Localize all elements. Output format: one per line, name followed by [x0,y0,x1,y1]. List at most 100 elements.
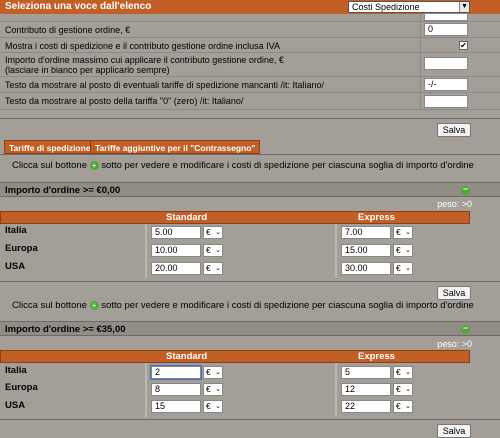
info-before: Clicca sul bottone [12,300,87,311]
chevron-down-icon: ⌄ [405,403,411,410]
chevron-down-icon: ⌄ [215,386,221,393]
chevron-down-icon: ⌄ [405,386,411,393]
currency-select[interactable]: € ⌄ [393,226,413,239]
standard-input[interactable]: 20.00 [151,262,201,275]
express-input[interactable]: 12 [341,383,391,396]
chevron-down-icon: ⌄ [405,369,411,376]
divider [0,419,500,420]
currency-select[interactable]: € ⌄ [393,262,413,275]
col-divider [335,224,337,278]
row-label: USA [5,261,26,272]
info-text: Clicca sul bottone + sotto per vedere e … [12,160,474,171]
currency-select[interactable]: € ⌄ [393,400,413,413]
rates-table-header: Standard Express [0,350,470,363]
currency-select[interactable]: € ⌄ [203,226,223,239]
standard-input[interactable]: 8 [151,383,201,396]
info-after: sotto per vedere e modificare i costi di… [101,300,474,311]
express-input[interactable]: 7.00 [341,226,391,239]
currency-select[interactable]: € ⌄ [203,383,223,396]
rates-table-header: Standard Express [0,211,470,224]
currency-select[interactable]: € ⌄ [393,366,413,379]
info-before: Clicca sul bottone [12,160,87,171]
express-input[interactable]: 22 [341,400,391,413]
threshold-header-1: Importo d'ordine >= €35,00 − [0,321,500,336]
zero-text-input[interactable] [424,95,468,108]
threshold-title: Importo d'ordine >= €0,00 [5,185,121,196]
currency-select[interactable]: € ⌄ [203,400,223,413]
section-save-button[interactable]: Salva [437,286,471,300]
settings-save-button[interactable]: Salva [437,123,471,137]
tab-cod-rates[interactable]: Tariffe aggiuntive per il "Contrassegno" [90,140,261,154]
show-vat-label: Mostra i costi di spedizione e il contri… [5,41,280,51]
tabs-divider [0,154,500,155]
handling-fee-input[interactable]: 0 [424,23,468,36]
minus-circle-icon[interactable]: − [461,185,470,195]
currency-select[interactable]: € ⌄ [393,383,413,396]
minus-circle-icon[interactable]: − [461,324,470,334]
settings-row-max-amount: Importo d'ordine massimo cui applicare i… [0,53,500,77]
tab-shipping-rates[interactable]: Tariffe di spedizione [4,140,96,154]
top-bar: Seleziona una voce dall'elenco Costi Spe… [0,0,500,14]
page-title: Seleziona una voce dall'elenco [5,1,152,12]
settings-row-zero-text: Testo da mostrare al posto della tariffa… [0,93,500,110]
row-label: Italia [5,225,27,236]
threshold-header-0: Importo d'ordine >= €0,00 − [0,182,500,197]
chevron-down-icon: ⌄ [215,369,221,376]
threshold-title: Importo d'ordine >= €35,00 [5,324,126,335]
section-save-button[interactable]: Salva [437,424,471,438]
currency-select[interactable]: € ⌄ [203,366,223,379]
chevron-down-icon: ⌄ [215,265,221,272]
settings-row-show-vat: Mostra i costi di spedizione e il contri… [0,38,500,53]
max-amount-label: Importo d'ordine massimo cui applicare i… [5,55,284,65]
standard-input[interactable]: 2 [150,365,202,380]
express-input[interactable]: 30.00 [341,262,391,275]
chevron-down-icon: ⌄ [405,247,411,254]
currency-select[interactable]: € ⌄ [203,244,223,257]
row-label: Europa [5,243,38,254]
section-select[interactable]: Costi Spedizione ▼ [348,1,470,13]
plus-circle-icon: + [89,160,99,170]
partial-input[interactable] [424,13,468,21]
missing-text-input[interactable]: -/- [424,78,468,91]
show-vat-checkbox[interactable]: ✔ [459,41,468,50]
express-input[interactable]: 5 [341,366,391,379]
section-select-value: Costi Spedizione [352,2,420,12]
col-divider [145,224,147,278]
missing-text-label: Testo da mostrare al posto di eventuali … [5,80,325,90]
col-divider [335,363,337,417]
col-divider [145,363,147,417]
chevron-down-icon: ⌄ [215,247,221,254]
settings-row-missing-text: Testo da mostrare al posto di eventuali … [0,77,500,93]
row-label: Europa [5,382,38,393]
standard-input[interactable]: 10.00 [151,244,201,257]
handling-fee-label: Contributo di gestione ordine, € [5,25,131,35]
divider [0,281,500,282]
express-input[interactable]: 15.00 [341,244,391,257]
col-standard: Standard [166,212,208,223]
chevron-down-icon: ⌄ [215,403,221,410]
settings-row-partial [0,13,500,22]
chevron-down-icon: ⌄ [405,229,411,236]
row-label: USA [5,400,26,411]
divider [0,118,500,119]
info-text: Clicca sul bottone + sotto per vedere e … [12,300,474,311]
currency-select[interactable]: € ⌄ [203,262,223,275]
zero-text-label: Testo da mostrare al posto della tariffa… [5,96,244,106]
col-express: Express [358,212,395,223]
col-standard: Standard [166,351,208,362]
max-amount-hint: (lasciare in bianco per applicarlo sempr… [5,65,170,75]
plus-circle-icon: + [89,300,99,310]
col-express: Express [358,351,395,362]
currency-select[interactable]: € ⌄ [393,244,413,257]
weight-label: peso: >0 [437,199,472,209]
row-label: Italia [5,365,27,376]
max-amount-input[interactable] [424,57,468,70]
standard-input[interactable]: 5.00 [151,226,201,239]
info-after: sotto per vedere e modificare i costi di… [101,160,474,171]
standard-input[interactable]: 15 [151,400,201,413]
settings-row-handling-fee: Contributo di gestione ordine, € 0 [0,22,500,38]
weight-label: peso: >0 [437,339,472,349]
chevron-down-icon: ⌄ [405,265,411,272]
chevron-down-icon: ⌄ [215,229,221,236]
chevron-down-icon[interactable]: ▼ [459,2,469,12]
